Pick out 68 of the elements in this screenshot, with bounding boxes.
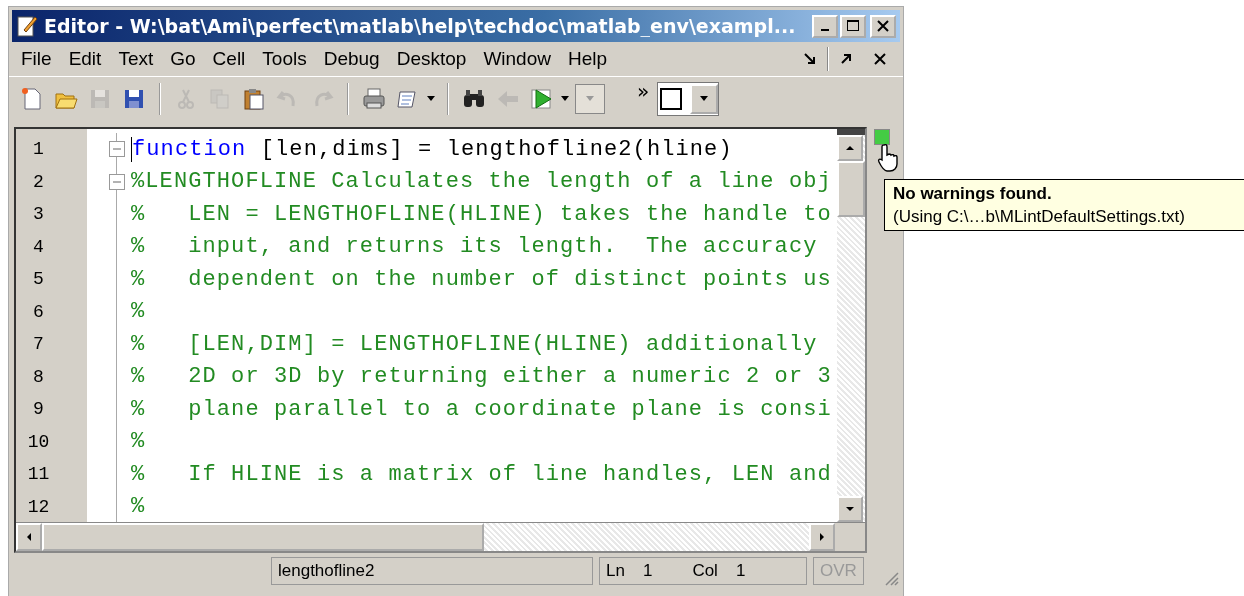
toolbar-overflow[interactable]: » — [637, 79, 650, 103]
code-line: % 2D or 3D by returning either a numeric 2 or 3 — [131, 364, 832, 390]
close-button[interactable] — [870, 14, 896, 38]
code-line: function [len,dims] = lengthofline2(hline) — [131, 136, 733, 162]
menu-item[interactable]: Help — [561, 48, 619, 70]
menu-item[interactable]: File — [15, 48, 63, 70]
function-name: lengthofline2 — [271, 557, 593, 585]
menu-item[interactable]: Window — [477, 48, 562, 70]
window-title: Editor - W:\bat\Ami\perfect\matlab\help\techdoc\matlab_env\exampl... — [44, 15, 797, 37]
menu-item[interactable]: Debug — [317, 48, 391, 70]
scroll-thumb[interactable] — [42, 523, 484, 551]
collapse-icon[interactable] — [109, 173, 125, 190]
line-number: 5 — [33, 269, 44, 290]
maximize-button[interactable] — [840, 14, 866, 38]
overwrite-indicator: OVR — [813, 557, 864, 585]
line-number: 1 — [33, 139, 44, 160]
code-line: % If HLINE is a matrix of line handles, LEN and — [131, 461, 832, 487]
dock-arrow-icon[interactable] — [802, 51, 818, 67]
close-icon — [876, 19, 890, 33]
code-line: % — [131, 429, 146, 455]
up-arrow-icon[interactable] — [845, 145, 855, 151]
window-icon — [658, 86, 685, 112]
minimize-button[interactable] — [812, 14, 838, 38]
line-number: 4 — [33, 236, 44, 257]
collapse-icon[interactable] — [109, 141, 125, 158]
document-pencil-icon — [16, 14, 38, 38]
menu-item[interactable]: Edit — [62, 48, 113, 70]
code-line: % plane parallel to a coordinate plane is consi — [131, 396, 832, 422]
line-value: 1 — [642, 561, 653, 581]
maximize-icon — [846, 19, 860, 33]
menu-item[interactable]: Go — [164, 48, 207, 70]
column-label: Col — [692, 561, 718, 581]
line-number: 7 — [33, 334, 44, 355]
menu-item[interactable]: Text — [112, 48, 165, 70]
code-line: % — [131, 299, 146, 325]
horizontal-scrollbar[interactable] — [16, 522, 865, 551]
code-line: % input, and returns its length. The accuracy — [131, 234, 818, 260]
tooltip-title: No warnings found. — [893, 183, 1053, 205]
menu-item[interactable]: Desktop — [390, 48, 478, 70]
line-number: 9 — [33, 399, 44, 420]
code-line: %LENGTHOFLINE Calculates the length of a line obj — [131, 169, 832, 195]
menu-item[interactable]: Tools — [256, 48, 318, 70]
line-label: Ln — [606, 561, 625, 581]
column-value: 1 — [735, 561, 746, 581]
down-arrow-icon[interactable] — [845, 506, 855, 512]
tooltip-detail: (Using C:\…b\MLintDefaultSettings.txt) — [893, 206, 1186, 228]
line-number: 11 — [27, 464, 50, 485]
menu-item[interactable]: Cell — [206, 48, 257, 70]
resize-grip-icon[interactable] — [883, 570, 899, 586]
line-number: 8 — [33, 366, 44, 387]
layout-selector[interactable] — [657, 82, 720, 116]
line-number: 3 — [33, 204, 44, 225]
left-arrow-icon[interactable] — [26, 532, 32, 542]
code-line: % dependent on the number of distinct points us — [131, 266, 832, 292]
close-icon[interactable] — [872, 51, 888, 67]
line-number: 2 — [33, 171, 44, 192]
vertical-scrollbar[interactable] — [837, 129, 865, 522]
line-number: 6 — [33, 301, 44, 322]
line-number: 12 — [27, 496, 50, 517]
minimize-icon — [821, 29, 829, 31]
code-line: % [LEN,DIM] = LENGTHOFLINE(HLINE) additionally — [131, 331, 818, 357]
caret-icon — [699, 96, 710, 102]
scroll-thumb[interactable] — [837, 161, 865, 217]
code-line: % — [131, 494, 146, 520]
code-line: % LEN = LENGTHOFLINE(HLINE) takes the handle to — [131, 201, 832, 227]
right-arrow-icon[interactable] — [819, 532, 825, 542]
scrollbar-corner — [835, 523, 865, 551]
line-number: 10 — [27, 431, 50, 452]
